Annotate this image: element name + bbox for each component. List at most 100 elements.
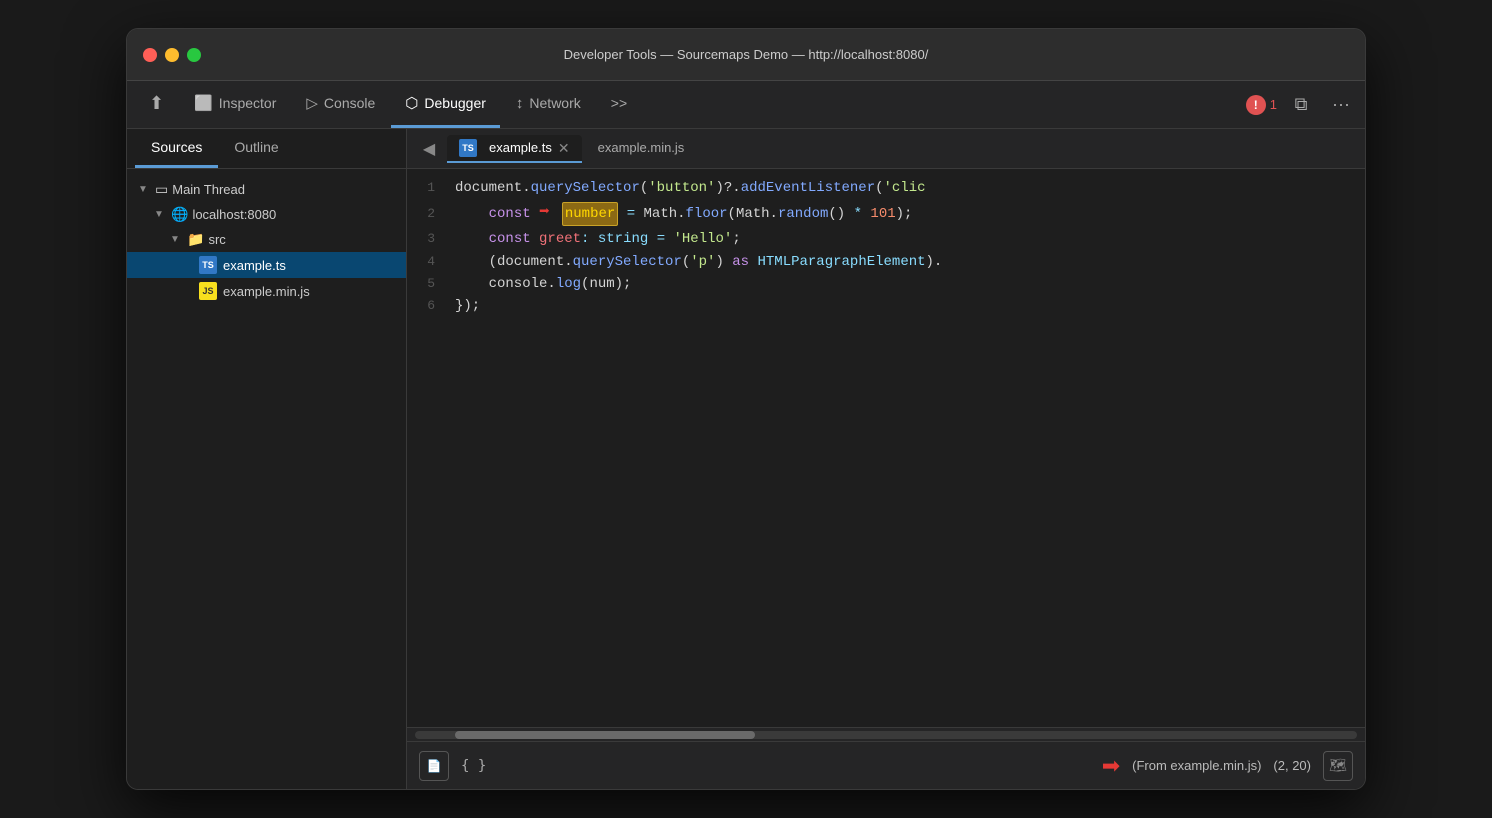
- source-map-origin-label: (From example.min.js): [1132, 758, 1261, 773]
- line-number-4: 4: [407, 252, 447, 273]
- status-red-arrow-icon: ➡: [1102, 753, 1120, 779]
- collapse-sidebar-button[interactable]: ◀: [415, 135, 443, 163]
- highlighted-number-word: number: [562, 202, 618, 226]
- tab-console[interactable]: ▷ Console: [292, 81, 389, 128]
- tab-network[interactable]: ↕ Network: [502, 81, 595, 128]
- main-thread-arrow: ▼: [135, 182, 151, 198]
- code-line-2: 2 const ➡number = Math.floor(Math.random…: [407, 199, 1365, 228]
- code-line-3: 3 const greet: string = 'Hello';: [407, 228, 1365, 250]
- console-tab-icon: ▷: [306, 94, 318, 112]
- line-content-1: document.querySelector('button')?.addEve…: [447, 177, 1365, 199]
- code-scroll-area[interactable]: 1 document.querySelector('button')?.addE…: [407, 169, 1365, 727]
- inspector-tab-label: Inspector: [219, 95, 277, 111]
- cursor-position-label: (2, 20): [1273, 758, 1311, 773]
- line-number-2: 2: [407, 204, 447, 225]
- line-number-5: 5: [407, 274, 447, 295]
- ts-tab-badge: TS: [459, 139, 477, 157]
- line-content-3: const greet: string = 'Hello';: [447, 228, 1365, 250]
- source-map-icon: 🗺: [1329, 757, 1347, 774]
- toolbar: ⬆ ⬜ Inspector ▷ Console ⬡ Debugger ↕ Net…: [127, 81, 1365, 129]
- editor-area: ◀ TS example.ts ✕ example.min.js 1 doc: [407, 129, 1365, 789]
- devtools-window: Developer Tools — Sourcemaps Demo — http…: [126, 28, 1366, 790]
- code-line-1: 1 document.querySelector('button')?.addE…: [407, 177, 1365, 199]
- main-thread-label: Main Thread: [172, 182, 245, 197]
- toolbar-right: ! 1 ⧉ ···: [1246, 81, 1357, 128]
- debugger-tab-label: Debugger: [424, 95, 486, 111]
- tree-item-example-ts[interactable]: ▶ TS example.ts: [127, 252, 406, 278]
- horizontal-scrollbar[interactable]: [407, 727, 1365, 741]
- example-ts-label: example.ts: [223, 258, 286, 273]
- cursor-icon: ⬆: [149, 93, 164, 114]
- close-tab-button[interactable]: ✕: [558, 141, 570, 155]
- line-number-6: 6: [407, 296, 447, 317]
- format-braces-button[interactable]: { }: [461, 758, 486, 774]
- more-tabs-button[interactable]: >>: [597, 81, 641, 128]
- error-icon: !: [1246, 95, 1266, 115]
- network-tab-label: Network: [529, 95, 580, 111]
- thread-icon: ▭: [155, 181, 168, 198]
- code-editor: 1 document.querySelector('button')?.addE…: [407, 169, 1365, 741]
- debugger-tab-icon: ⬡: [405, 94, 418, 112]
- tab-outline[interactable]: Outline: [218, 129, 294, 168]
- titlebar: Developer Tools — Sourcemaps Demo — http…: [127, 29, 1365, 81]
- editor-tab-ts-label: example.ts: [489, 140, 552, 155]
- scrollbar-thumb: [455, 731, 755, 739]
- localhost-label: localhost:8080: [192, 207, 276, 222]
- code-line-6: 6 });: [407, 295, 1365, 317]
- error-badge[interactable]: ! 1: [1246, 95, 1277, 115]
- console-tab-label: Console: [324, 95, 375, 111]
- line-content-5: console.log(num);: [447, 273, 1365, 295]
- tab-cursor[interactable]: ⬆: [135, 81, 178, 128]
- sidebar-tabs: Sources Outline: [127, 129, 406, 169]
- ts-badge: TS: [199, 256, 217, 274]
- more-options-button[interactable]: ···: [1325, 89, 1357, 121]
- src-arrow: ▼: [167, 232, 183, 248]
- file-tree: ▼ ▭ Main Thread ▼ 🌐 localhost:8080 ▼ 📁 s…: [127, 169, 406, 789]
- network-tab-icon: ↕: [516, 95, 524, 112]
- more-options-icon: ···: [1332, 94, 1350, 115]
- code-line-4: 4 (document.querySelector('p') as HTMLPa…: [407, 251, 1365, 273]
- line-content-6: });: [447, 295, 1365, 317]
- window-title: Developer Tools — Sourcemaps Demo — http…: [564, 47, 929, 62]
- tree-src-folder[interactable]: ▼ 📁 src: [127, 227, 406, 252]
- localhost-arrow: ▼: [151, 207, 167, 223]
- main-content: Sources Outline ▼ ▭ Main Thread ▼ 🌐 loca…: [127, 129, 1365, 789]
- src-label: src: [208, 232, 225, 247]
- editor-tab-example-ts[interactable]: TS example.ts ✕: [447, 135, 582, 163]
- editor-tabs: ◀ TS example.ts ✕ example.min.js: [407, 129, 1365, 169]
- tree-localhost[interactable]: ▼ 🌐 localhost:8080: [127, 202, 406, 227]
- line-content-4: (document.querySelector('p') as HTMLPara…: [447, 251, 1365, 273]
- js-badge: JS: [199, 282, 217, 300]
- responsive-icon: ⧉: [1295, 94, 1308, 115]
- red-arrow-line2: ➡: [539, 199, 550, 228]
- traffic-lights: [143, 48, 201, 62]
- tab-inspector[interactable]: ⬜ Inspector: [180, 81, 290, 128]
- example-min-js-label: example.min.js: [223, 284, 310, 299]
- scrollbar-track: [415, 731, 1357, 739]
- globe-icon: 🌐: [171, 206, 188, 223]
- tab-sources[interactable]: Sources: [135, 129, 218, 168]
- source-map-button[interactable]: 🗺: [1323, 751, 1353, 781]
- minimize-button[interactable]: [165, 48, 179, 62]
- pretty-print-button[interactable]: 📄: [419, 751, 449, 781]
- close-button[interactable]: [143, 48, 157, 62]
- line-number-3: 3: [407, 229, 447, 250]
- inspector-tab-icon: ⬜: [194, 94, 213, 112]
- tab-debugger[interactable]: ⬡ Debugger: [391, 81, 500, 128]
- more-tabs-icon: >>: [611, 95, 627, 111]
- code-line-5: 5 console.log(num);: [407, 273, 1365, 295]
- tree-item-example-min-js[interactable]: ▶ JS example.min.js: [127, 278, 406, 304]
- folder-icon: 📁: [187, 231, 204, 248]
- error-count: 1: [1270, 97, 1277, 112]
- status-bar: 📄 { } ➡ (From example.min.js) (2, 20) 🗺: [407, 741, 1365, 789]
- editor-tab-min-js-label: example.min.js: [598, 140, 685, 155]
- collapse-icon: ◀: [423, 139, 435, 159]
- pretty-print-icon: 📄: [427, 759, 442, 773]
- line-content-2: const ➡number = Math.floor(Math.random()…: [447, 199, 1365, 228]
- fullscreen-button[interactable]: [187, 48, 201, 62]
- sidebar: Sources Outline ▼ ▭ Main Thread ▼ 🌐 loca…: [127, 129, 407, 789]
- responsive-design-button[interactable]: ⧉: [1285, 89, 1317, 121]
- tree-main-thread[interactable]: ▼ ▭ Main Thread: [127, 177, 406, 202]
- line-number-1: 1: [407, 178, 447, 199]
- editor-tab-example-min-js[interactable]: example.min.js: [586, 136, 697, 161]
